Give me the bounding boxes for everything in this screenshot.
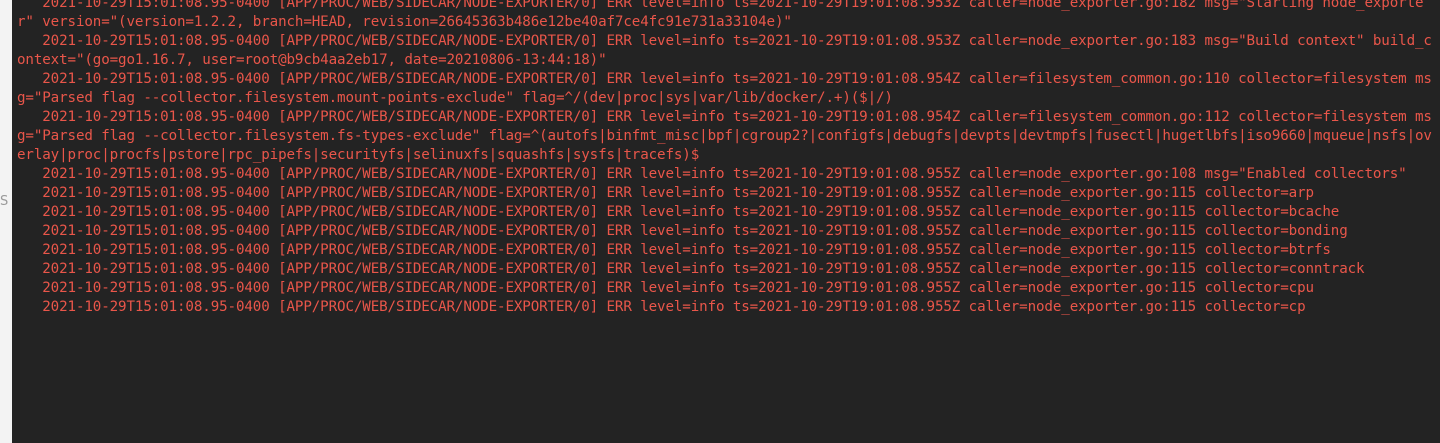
log-line: 2021-10-29T15:01:08.95-0400 [APP/PROC/WE… [17, 299, 1306, 315]
edge-glyph: S [0, 194, 9, 209]
log-list: 2021-10-29T15:01:08.95-0400 [APP/PROC/WE… [17, 0, 1435, 317]
terminal-window: S 2021-10-29T15:01:08.95-0400 [APP/PROC/… [0, 0, 1440, 443]
log-line: 2021-10-29T15:01:08.95-0400 [APP/PROC/WE… [17, 242, 1331, 258]
log-line: 2021-10-29T15:01:08.95-0400 [APP/PROC/WE… [17, 223, 1348, 239]
background-window-edge: S [0, 0, 12, 443]
log-line: 2021-10-29T15:01:08.95-0400 [APP/PROC/WE… [17, 185, 1314, 201]
log-line: 2021-10-29T15:01:08.95-0400 [APP/PROC/WE… [17, 109, 1432, 163]
log-line: 2021-10-29T15:01:08.95-0400 [APP/PROC/WE… [17, 33, 1432, 68]
log-line: 2021-10-29T15:01:08.95-0400 [APP/PROC/WE… [17, 261, 1365, 277]
log-line: 2021-10-29T15:01:08.95-0400 [APP/PROC/WE… [17, 0, 1424, 30]
log-line: 2021-10-29T15:01:08.95-0400 [APP/PROC/WE… [17, 166, 1407, 182]
log-line: 2021-10-29T15:01:08.95-0400 [APP/PROC/WE… [17, 280, 1314, 296]
log-line: 2021-10-29T15:01:08.95-0400 [APP/PROC/WE… [17, 204, 1340, 220]
log-line: 2021-10-29T15:01:08.95-0400 [APP/PROC/WE… [17, 71, 1432, 106]
terminal-output[interactable]: 2021-10-29T15:01:08.95-0400 [APP/PROC/WE… [12, 0, 1440, 443]
